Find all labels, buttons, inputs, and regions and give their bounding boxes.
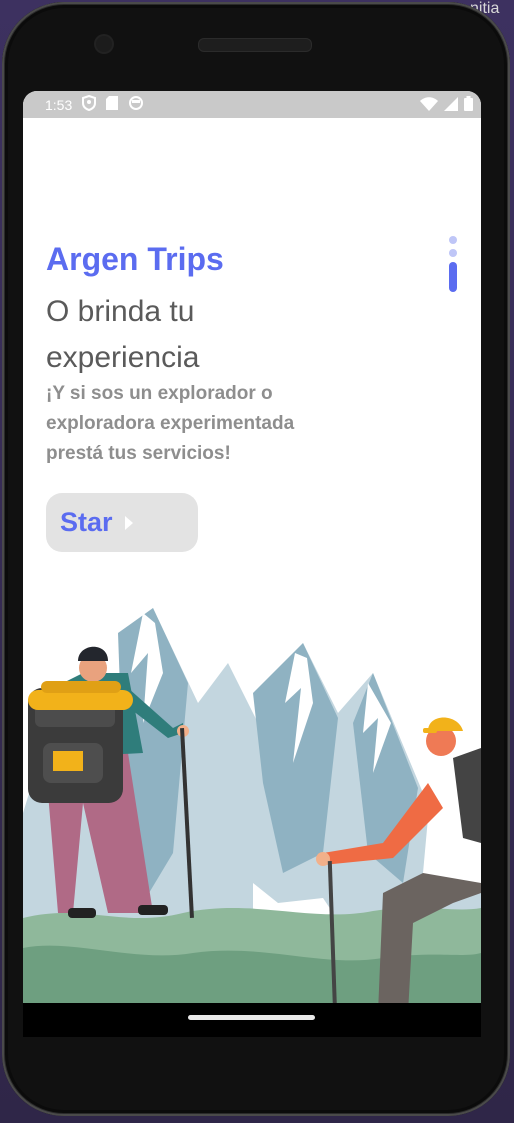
start-button[interactable]: Star (46, 493, 198, 552)
page-dot-1[interactable] (449, 236, 457, 244)
wifi-icon (420, 96, 438, 114)
sd-card-icon (106, 96, 119, 113)
navigation-bar (23, 1003, 481, 1037)
hikers-illustration (23, 608, 481, 1003)
status-right-icons (420, 96, 473, 114)
page-dot-active[interactable] (449, 262, 457, 292)
onboarding-description: ¡Y si sos un explorador o exploradora ex… (46, 383, 295, 464)
status-time: 1:53 (45, 96, 73, 113)
app-title: Argen Trips (46, 241, 224, 277)
shield-icon (82, 94, 97, 114)
face-icon (128, 95, 144, 114)
status-bar: 1:53 (23, 91, 481, 118)
signal-icon (444, 96, 458, 114)
page-dot-2[interactable] (449, 249, 457, 257)
earpiece-speaker (198, 38, 312, 52)
start-button-label: Star (60, 507, 113, 537)
battery-icon (464, 96, 473, 114)
page-indicator (448, 236, 458, 292)
app-screen: 1:53 Argen Trips O brinda tu experiencia… (23, 91, 481, 1003)
front-camera (96, 36, 112, 52)
onboarding-subtitle: O brinda tu experiencia (46, 295, 200, 374)
arrow-right-icon (124, 515, 133, 530)
home-gesture-bar[interactable] (188, 1015, 315, 1020)
